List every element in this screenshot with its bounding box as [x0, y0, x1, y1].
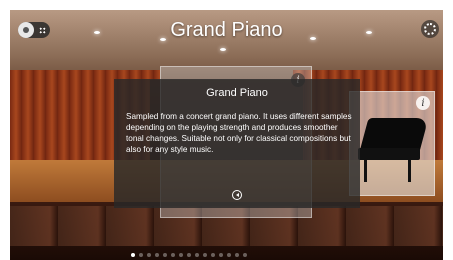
voice-select-screen: Grand Piano i i Grand Piano Sampled from… — [10, 10, 443, 260]
page-dot[interactable] — [131, 253, 135, 257]
page-dot[interactable] — [139, 253, 143, 257]
page-dot[interactable] — [171, 253, 175, 257]
page-dot[interactable] — [203, 253, 207, 257]
page-dot[interactable] — [227, 253, 231, 257]
play-back-icon — [235, 193, 239, 197]
page-dot[interactable] — [187, 253, 191, 257]
settings-button[interactable] — [421, 20, 439, 38]
page-dot[interactable] — [147, 253, 151, 257]
page-title: Grand Piano — [170, 19, 283, 41]
voice-card-next[interactable]: i — [349, 91, 435, 196]
play-back-button[interactable] — [232, 190, 242, 200]
page-dot[interactable] — [179, 253, 183, 257]
page-dot[interactable] — [195, 253, 199, 257]
voice-info-description: Sampled from a concert grand piano. It u… — [126, 112, 352, 154]
page-dot[interactable] — [155, 253, 159, 257]
page-dot[interactable] — [219, 253, 223, 257]
gear-icon — [424, 23, 436, 35]
page-dot[interactable] — [211, 253, 215, 257]
page-dot[interactable] — [235, 253, 239, 257]
info-icon[interactable]: i — [416, 96, 430, 110]
page-dot[interactable] — [163, 253, 167, 257]
piano-leg — [364, 158, 367, 182]
grand-piano-image — [359, 118, 429, 152]
page-dot[interactable] — [243, 253, 247, 257]
page-indicator — [131, 253, 247, 257]
piano-leg — [408, 158, 411, 182]
voice-info-title: Grand Piano — [206, 87, 268, 99]
voice-info-panel: Grand Piano Sampled from a concert grand… — [114, 79, 360, 208]
ceiling-light — [220, 48, 226, 51]
